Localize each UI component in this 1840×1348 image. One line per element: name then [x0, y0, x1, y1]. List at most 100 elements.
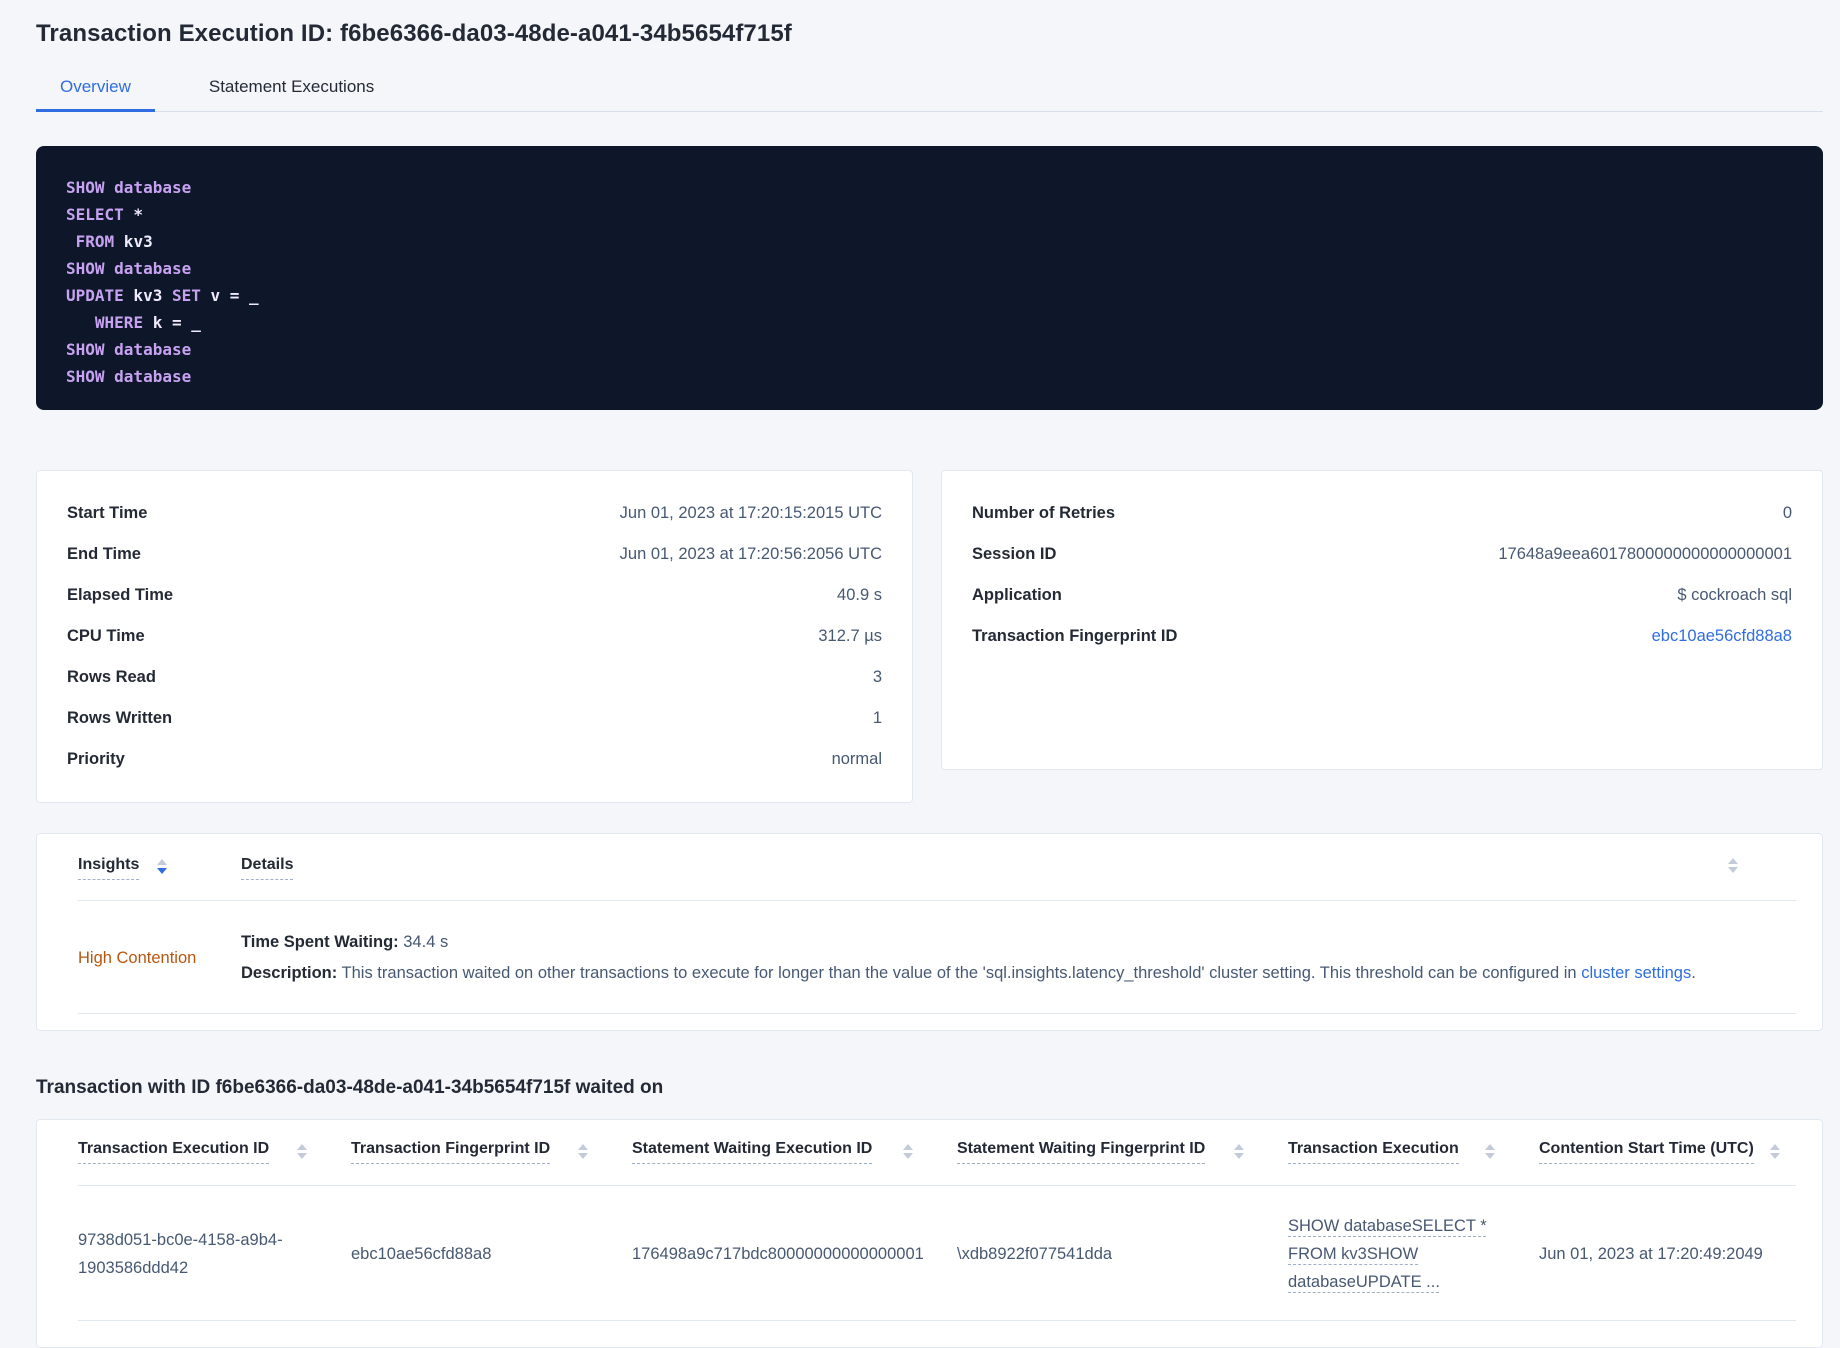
- tab-overview[interactable]: Overview: [36, 64, 155, 112]
- sql-statements-box: SHOW database SELECT * FROM kv3 SHOW dat…: [36, 146, 1823, 410]
- summary-cards-row: Start Time Jun 01, 2023 at 17:20:15:2015…: [36, 470, 1823, 803]
- waited-on-section-title: Transaction with ID f6be6366-da03-48de-a…: [36, 1077, 664, 1098]
- time-spent-waiting-label: Time Spent Waiting:: [241, 933, 399, 951]
- kv-value: 40.9 s: [837, 586, 882, 604]
- sort-down-arrow-icon: [157, 868, 168, 874]
- kv-row-number-of-retries: Number of Retries 0: [972, 493, 1792, 534]
- description-suffix: .: [1691, 964, 1696, 982]
- kv-value: Jun 01, 2023 at 17:20:56:2056 UTC: [619, 545, 882, 563]
- waited-on-table-card: Transaction Execution ID Transaction Fin…: [36, 1119, 1823, 1348]
- details-column-header: Details: [241, 856, 1796, 880]
- column-header-transaction-execution: Transaction Execution: [1288, 1140, 1539, 1185]
- kv-row-session-id: Session ID 17648a9eea6017800000000000000…: [972, 534, 1792, 575]
- sort-icon[interactable]: [1728, 858, 1738, 873]
- sql-line: SHOW database: [66, 178, 192, 197]
- transaction-fingerprint-link[interactable]: ebc10ae56cfd88a8: [1652, 627, 1792, 646]
- insight-details-cell: Time Spent Waiting: 34.4 s Description: …: [241, 927, 1796, 989]
- time-spent-waiting-value: 34.4 s: [398, 933, 449, 951]
- column-header-contention-start-time: Contention Start Time (UTC): [1539, 1140, 1796, 1185]
- sort-down-arrow-icon: [297, 1153, 307, 1159]
- kv-row-start-time: Start Time Jun 01, 2023 at 17:20:15:2015…: [67, 493, 882, 534]
- insights-column-header: Insights: [78, 856, 241, 880]
- transaction-execution-link[interactable]: SHOW databaseSELECT * FROM kv3SHOW datab…: [1288, 1217, 1487, 1291]
- sort-down-arrow-icon: [1728, 867, 1738, 873]
- kv-label: Number of Retries: [972, 504, 1116, 522]
- sql-line: FROM kv3: [75, 232, 153, 251]
- column-header-transaction-execution-id: Transaction Execution ID: [78, 1140, 351, 1185]
- sort-down-arrow-icon: [903, 1153, 913, 1159]
- sql-line: UPDATE kv3 SET v = _: [66, 286, 259, 305]
- sql-line: SELECT *: [66, 205, 144, 224]
- insights-column-label[interactable]: Insights: [78, 856, 140, 880]
- sql-line: SHOW database: [66, 259, 192, 278]
- kv-value: Jun 01, 2023 at 17:20:15:2015 UTC: [619, 504, 882, 522]
- tab-bar: Overview Statement Executions: [36, 64, 1823, 112]
- insights-table-header: Insights Details: [78, 834, 1796, 901]
- insight-row: High Contention Time Spent Waiting: 34.4…: [78, 901, 1796, 1014]
- summary-card-left: Start Time Jun 01, 2023 at 17:20:15:2015…: [36, 470, 913, 803]
- sort-icon[interactable]: [297, 1144, 307, 1159]
- cell-statement-waiting-execution-id: 176498a9c717bdc80000000000000001: [632, 1245, 924, 1263]
- sort-icon[interactable]: [1770, 1144, 1780, 1159]
- waited-on-table-row: 9738d051-bc0e-4158-a9b4-1903586ddd42 ebc…: [78, 1186, 1796, 1321]
- description-line: Description: This transaction waited on …: [241, 958, 1796, 989]
- tab-statement-executions[interactable]: Statement Executions: [185, 64, 398, 112]
- sort-up-arrow-icon: [1770, 1144, 1780, 1150]
- kv-label: CPU Time: [67, 627, 145, 645]
- cell-contention-start-time: Jun 01, 2023 at 17:20:49:2049: [1539, 1245, 1763, 1263]
- summary-card-right: Number of Retries 0 Session ID 17648a9ee…: [941, 470, 1823, 770]
- kv-label: Transaction Fingerprint ID: [972, 627, 1178, 645]
- kv-label: Application: [972, 586, 1062, 604]
- kv-value: $ cockroach sql: [1677, 586, 1792, 604]
- kv-value: 0: [1782, 504, 1792, 522]
- sort-up-arrow-icon: [297, 1144, 307, 1150]
- sort-icon[interactable]: [578, 1144, 588, 1159]
- column-header-transaction-fingerprint-id: Transaction Fingerprint ID: [351, 1140, 632, 1185]
- sort-icon[interactable]: [157, 859, 168, 874]
- sql-line: SHOW database: [66, 367, 192, 386]
- column-header-statement-waiting-execution-id: Statement Waiting Execution ID: [632, 1140, 957, 1185]
- sort-down-arrow-icon: [1234, 1153, 1244, 1159]
- sort-icon[interactable]: [1234, 1144, 1244, 1159]
- kv-label: Elapsed Time: [67, 586, 174, 604]
- sort-icon[interactable]: [1485, 1144, 1495, 1159]
- kv-label: Priority: [67, 750, 125, 768]
- time-spent-waiting-line: Time Spent Waiting: 34.4 s: [241, 927, 1796, 958]
- sort-up-arrow-icon: [578, 1144, 588, 1150]
- kv-label: Start Time: [67, 504, 148, 522]
- sort-down-arrow-icon: [1770, 1153, 1780, 1159]
- sort-icon[interactable]: [903, 1144, 913, 1159]
- sort-up-arrow-icon: [1728, 858, 1738, 864]
- sort-up-arrow-icon: [1485, 1144, 1495, 1150]
- column-header-statement-waiting-fingerprint-id: Statement Waiting Fingerprint ID: [957, 1140, 1288, 1185]
- cell-statement-waiting-fingerprint-id: \xdb8922f077541dda: [957, 1245, 1113, 1263]
- sql-line: SHOW database: [66, 340, 192, 359]
- description-label: Description:: [241, 964, 338, 982]
- kv-value: 17648a9eea6017800000000000000001: [1498, 545, 1792, 563]
- sort-up-arrow-icon: [157, 859, 168, 865]
- kv-value: 1: [872, 709, 882, 727]
- details-column-label[interactable]: Details: [241, 856, 294, 880]
- kv-value: 312.7 µs: [818, 627, 882, 645]
- sort-up-arrow-icon: [903, 1144, 913, 1150]
- cell-transaction-fingerprint-id: ebc10ae56cfd88a8: [351, 1245, 492, 1263]
- kv-row-rows-read: Rows Read 3: [67, 657, 882, 698]
- kv-label: End Time: [67, 545, 141, 563]
- cell-transaction-execution: SHOW databaseSELECT * FROM kv3SHOW datab…: [1288, 1212, 1539, 1296]
- sort-up-arrow-icon: [1234, 1144, 1244, 1150]
- page-content: Transaction Execution ID: f6be6366-da03-…: [0, 20, 1840, 1348]
- kv-row-cpu-time: CPU Time 312.7 µs: [67, 616, 882, 657]
- sql-line: WHERE k = _: [94, 313, 201, 332]
- cluster-settings-link[interactable]: cluster settings: [1581, 964, 1691, 982]
- sort-down-arrow-icon: [578, 1153, 588, 1159]
- kv-label: Rows Read: [67, 668, 156, 686]
- kv-label: Rows Written: [67, 709, 173, 727]
- kv-row-application: Application $ cockroach sql: [972, 575, 1792, 616]
- sort-down-arrow-icon: [1485, 1153, 1495, 1159]
- kv-row-transaction-fingerprint-id: Transaction Fingerprint ID ebc10ae56cfd8…: [972, 616, 1792, 657]
- kv-row-rows-written: Rows Written 1: [67, 698, 882, 739]
- insights-table-card: Insights Details High Contention Time Sp…: [36, 833, 1823, 1031]
- waited-on-table-header: Transaction Execution ID Transaction Fin…: [78, 1120, 1796, 1186]
- kv-value: 3: [872, 668, 882, 686]
- kv-row-priority: Priority normal: [67, 739, 882, 780]
